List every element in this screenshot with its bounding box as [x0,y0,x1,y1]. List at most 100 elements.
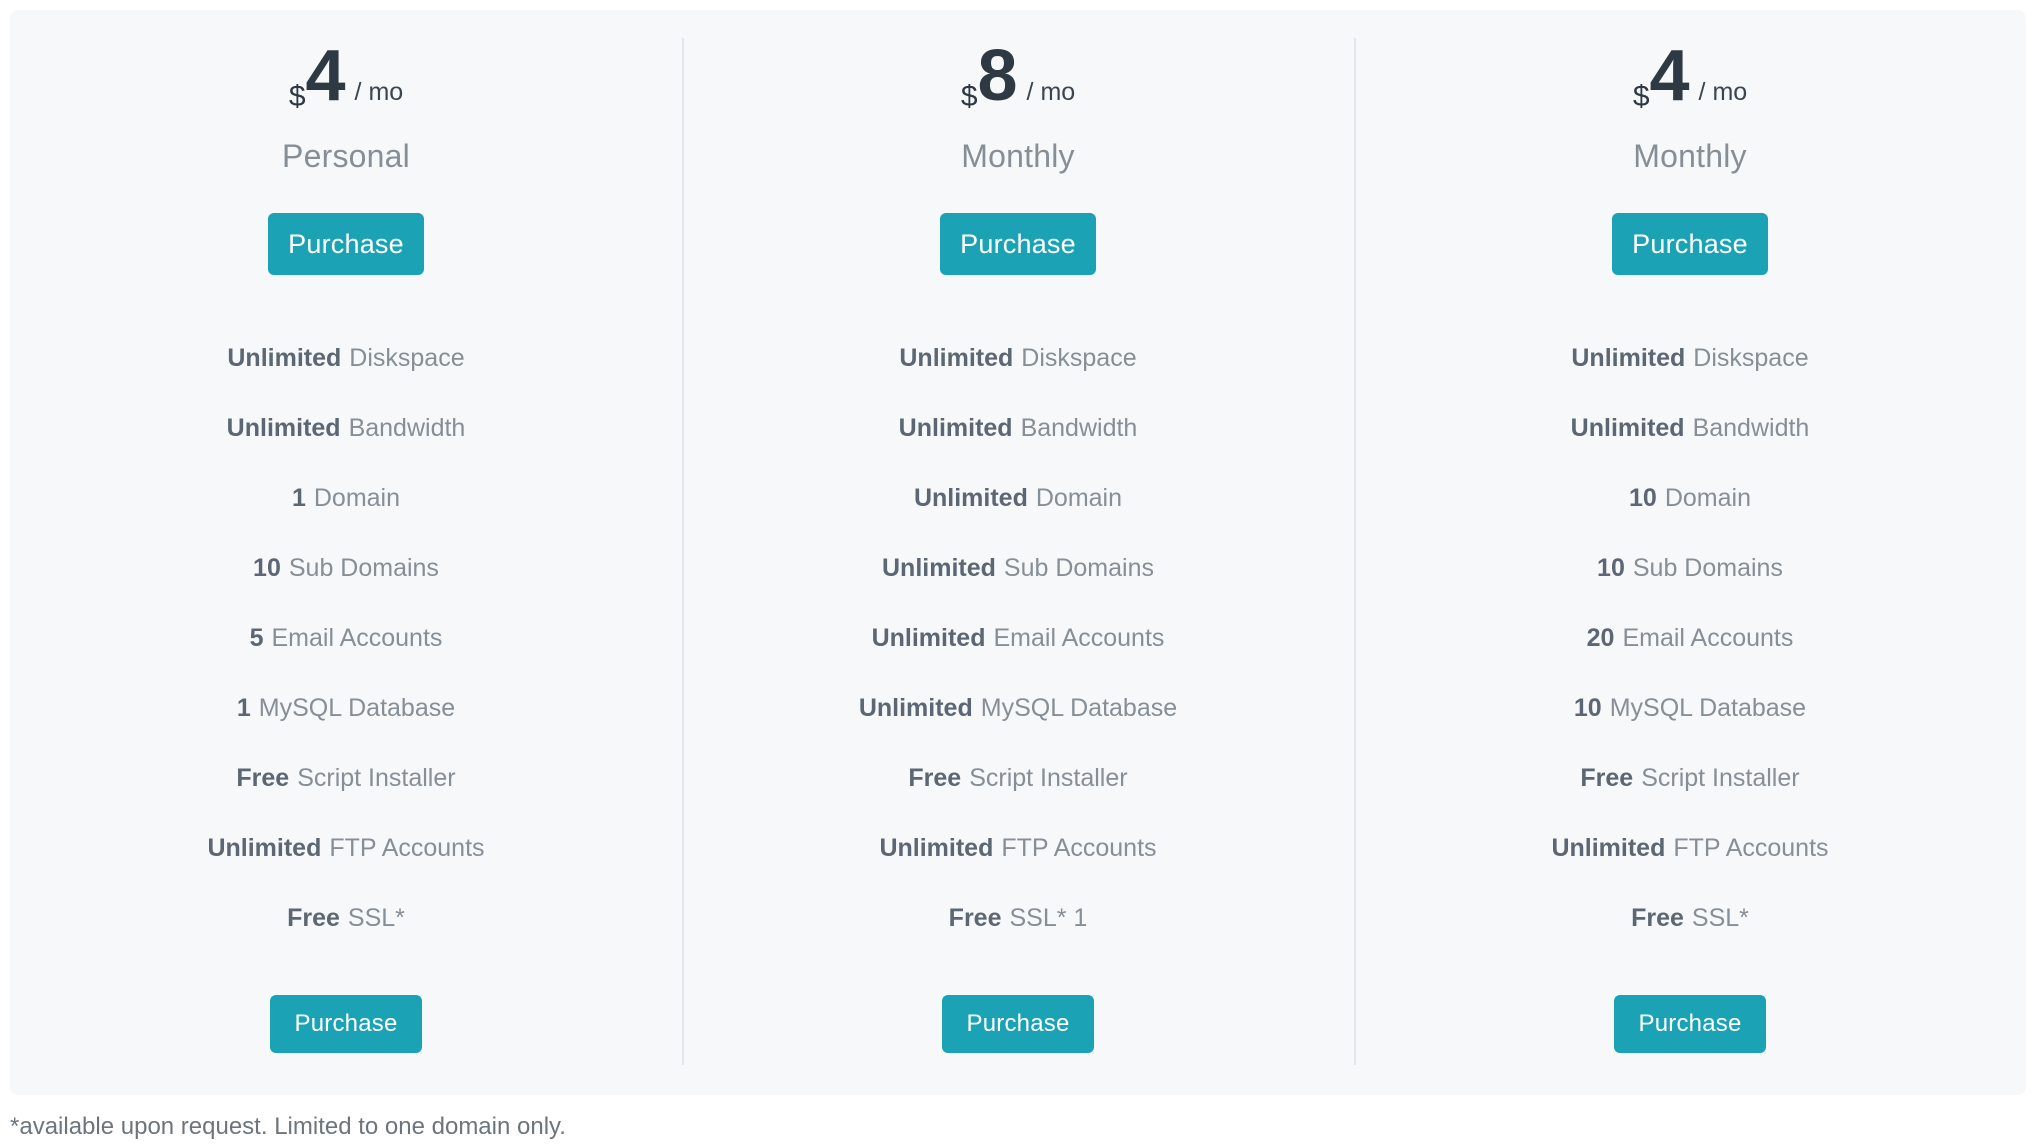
feature-value: Unlimited [858,693,973,722]
feature-value: Unlimited [1551,833,1666,862]
feature-label: Diskspace [1021,343,1137,372]
price-amount: 4 [305,36,346,116]
feature-value: Unlimited [1570,413,1685,442]
feature-value: Unlimited [899,343,1014,372]
feature-value: Free [1631,903,1684,932]
feature-label: Email Accounts [1622,623,1794,652]
purchase-button-top[interactable]: Purchase [940,213,1096,275]
feature-row: Free Script Installer [1580,743,1799,813]
feature-value: 10 [1573,693,1602,722]
feature-row: Unlimited Diskspace [1571,323,1808,393]
feature-label: MySQL Database [1609,693,1807,722]
feature-row: Unlimited Bandwidth [899,393,1138,463]
plan-column: $4/ mo Monthly Purchase Unlimited Diskspace U… [1354,10,2026,1095]
feature-label: FTP Accounts [329,833,485,862]
feature-label: FTP Accounts [1673,833,1829,862]
feature-label: Sub Domains [1003,553,1154,582]
feature-value: 1 [291,483,306,512]
feature-list: Unlimited Diskspace Unlimited Bandwidth 10 Do… [1354,323,2026,953]
feature-row: 5 Email Accounts [250,603,443,673]
feature-value: Unlimited [207,833,322,862]
currency-symbol: $ [1632,80,1650,113]
feature-label: MySQL Database [258,693,456,722]
feature-row: 10 Sub Domains [1597,533,1783,603]
feature-label: Sub Domains [288,553,439,582]
feature-list: Unlimited Diskspace Unlimited Bandwidth 1 Dom… [10,323,682,953]
feature-row: Unlimited Sub Domains [882,533,1154,603]
feature-label: Sub Domains [1632,553,1783,582]
feature-row: 20 Email Accounts [1587,603,1794,673]
purchase-button-top[interactable]: Purchase [1612,213,1768,275]
purchase-button-top[interactable]: Purchase [268,213,424,275]
feature-value: Free [236,763,290,792]
purchase-button-bottom[interactable]: Purchase [942,995,1094,1053]
feature-label: Email Accounts [993,623,1165,652]
price-amount: 4 [1649,36,1690,116]
feature-label: Script Installer [969,763,1128,792]
bottom-button-wrapper: Purchase [1614,995,1766,1053]
price-amount: 8 [977,36,1018,116]
feature-row: Unlimited Domain [914,463,1122,533]
feature-row: Unlimited Email Accounts [872,603,1165,673]
feature-value: Free [287,903,340,932]
feature-row: Unlimited Bandwidth [1571,393,1810,463]
feature-label: SSL* [1691,903,1749,932]
feature-value: 1 [236,693,251,722]
feature-value: Unlimited [871,623,986,652]
feature-row: 10 Domain [1629,463,1751,533]
bottom-button-wrapper: Purchase [942,995,1094,1053]
feature-row: Unlimited FTP Accounts [1551,813,1828,883]
plan-title: Personal [282,138,410,174]
feature-value: Unlimited [882,553,996,582]
feature-row: Free SSL* [287,883,405,953]
plan-title: Monthly [961,138,1075,174]
feature-row: Unlimited Diskspace [899,323,1136,393]
feature-label: SSL* [347,903,405,932]
bottom-button-wrapper: Purchase [270,995,422,1053]
feature-label: Email Accounts [271,623,443,652]
feature-row: 10 Sub Domains [253,533,439,603]
feature-value: Free [908,763,962,792]
plan-price: $4/ mo [289,40,403,126]
feature-row: Free SSL* [1631,883,1749,953]
feature-row: 1 MySQL Database [237,673,455,743]
feature-row: Free Script Installer [236,743,455,813]
currency-symbol: $ [960,80,978,113]
purchase-button-bottom[interactable]: Purchase [270,995,422,1053]
feature-row: Free SSL* 1 [949,883,1088,953]
feature-label: Diskspace [349,343,465,372]
feature-value: Unlimited [913,483,1028,512]
feature-row: 1 Domain [292,463,400,533]
feature-row: Unlimited MySQL Database [859,673,1177,743]
price-period: / mo [1698,78,1748,106]
feature-label: Domain [1035,483,1123,512]
feature-value: Unlimited [226,413,341,442]
feature-row: Free Script Installer [908,743,1127,813]
feature-label: SSL* 1 [1009,903,1088,932]
feature-row: Unlimited Diskspace [227,323,464,393]
price-period: / mo [1026,78,1076,106]
feature-label: Bandwidth [348,413,466,442]
feature-row: 10 MySQL Database [1574,673,1806,743]
feature-value: Free [1580,763,1634,792]
currency-symbol: $ [288,80,306,113]
feature-value: Unlimited [898,413,1013,442]
feature-label: Domain [1664,483,1751,512]
feature-value: Unlimited [227,343,342,372]
footnote: *available upon request. Limited to one … [10,1113,566,1140]
feature-value: 10 [253,553,281,582]
feature-value: Unlimited [879,833,994,862]
feature-value: 10 [1597,553,1625,582]
feature-label: Script Installer [297,763,456,792]
plan-price: $8/ mo [961,40,1075,126]
feature-value: 10 [1629,483,1657,512]
feature-value: 5 [249,623,264,652]
plan-title: Monthly [1633,138,1747,174]
purchase-button-bottom[interactable]: Purchase [1614,995,1766,1053]
feature-label: Diskspace [1693,343,1809,372]
feature-label: FTP Accounts [1001,833,1157,862]
feature-label: Bandwidth [1692,413,1810,442]
feature-label: Domain [313,483,401,512]
feature-value: Free [948,903,1002,932]
feature-list: Unlimited Diskspace Unlimited Bandwidth Unli… [682,323,1354,953]
